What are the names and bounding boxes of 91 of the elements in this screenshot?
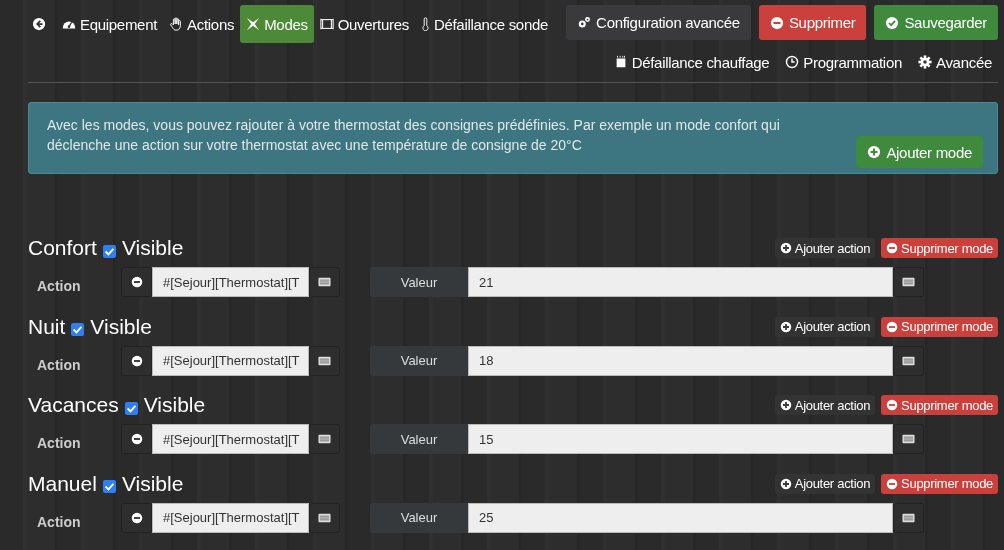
select-value-button[interactable] (893, 267, 924, 297)
list-icon (902, 434, 915, 444)
list-icon (318, 512, 331, 523)
tab[interactable]: Programmation (779, 45, 908, 79)
action-label: Action (36, 356, 82, 373)
minus-circle-icon (886, 477, 899, 490)
plus-circle-icon (779, 320, 792, 333)
mode-name: Vacances (28, 393, 119, 417)
remove-action-button[interactable] (121, 502, 152, 533)
list-icon (318, 434, 331, 444)
remove-action-button[interactable] (121, 345, 152, 376)
delete-button[interactable]: Supprimer (758, 5, 867, 40)
value-label: Valeur (370, 424, 468, 454)
delete-mode-button[interactable]: Supprimer mode (881, 238, 998, 258)
command-field[interactable]: #[Sejour][Thermostat][T (152, 267, 309, 297)
tab[interactable]: Actions (163, 5, 241, 43)
window-frame-icon (319, 17, 334, 31)
tab[interactable]: Défaillance chauffage (607, 45, 776, 79)
value-label: Valeur (370, 502, 468, 533)
visible-checkbox[interactable] (124, 401, 138, 415)
add-action-button[interactable]: Ajouter action (774, 238, 876, 258)
minus-circle-icon (886, 242, 899, 254)
delete-mode-button[interactable]: Supprimer mode (881, 473, 998, 494)
action-label: Action (36, 278, 82, 294)
list-icon (318, 277, 331, 287)
action-label: Action (36, 435, 82, 451)
settings-icon (918, 55, 932, 69)
add-action-button[interactable]: Ajouter action (774, 316, 876, 337)
minus-circle-icon (130, 276, 143, 288)
plus-circle-icon (779, 477, 792, 490)
minus-circle-icon (886, 320, 899, 333)
tab[interactable]: Equipement (56, 5, 164, 43)
minus-circle-icon (886, 399, 899, 411)
select-value-button[interactable] (893, 424, 924, 454)
visible-label: Visible (90, 314, 152, 339)
select-command-button[interactable] (309, 424, 340, 454)
check-circle-icon (885, 15, 900, 30)
minus-circle-icon (130, 511, 143, 524)
plus-circle-icon (867, 145, 882, 159)
gears-icon (577, 15, 592, 30)
tab[interactable]: Défaillance sonde (414, 5, 555, 43)
tab[interactable]: Avancée (912, 45, 998, 79)
command-field[interactable]: #[Sejour][Thermostat][T (152, 345, 309, 376)
config-button[interactable]: Configuration avancée (566, 5, 751, 40)
delete-mode-button[interactable]: Supprimer mode (881, 316, 998, 337)
visible-label: Visible (143, 393, 206, 417)
action-label: Action (36, 513, 82, 530)
mode-name: Confort (28, 236, 97, 260)
tab[interactable]: Modes (240, 5, 314, 43)
list-icon (318, 355, 331, 366)
tab[interactable]: Ouvertures (313, 5, 415, 43)
value-field[interactable]: 25 (468, 502, 893, 533)
visible-label: Visible (121, 236, 184, 260)
value-field[interactable]: 15 (468, 424, 893, 454)
mode-name: Nuit (28, 314, 66, 339)
select-command-button[interactable] (309, 267, 340, 297)
value-field[interactable]: 21 (468, 267, 893, 297)
plus-circle-icon (779, 399, 792, 411)
select-value-button[interactable] (893, 345, 924, 376)
mode-name: Manuel (28, 471, 97, 496)
clock-icon (785, 55, 800, 69)
list-icon (902, 355, 915, 366)
thermometer-icon (420, 17, 430, 31)
minus-circle-icon (769, 15, 784, 30)
plus-circle-icon (779, 242, 792, 254)
visible-checkbox[interactable] (102, 244, 116, 258)
select-command-button[interactable] (309, 345, 340, 376)
remove-action-button[interactable] (121, 267, 152, 297)
value-label: Valeur (370, 345, 468, 376)
value-field[interactable]: 18 (468, 345, 893, 376)
select-command-button[interactable] (309, 502, 340, 533)
add-action-button[interactable]: Ajouter action (774, 473, 876, 494)
select-value-button[interactable] (893, 502, 924, 533)
list-icon (902, 512, 915, 523)
hand-icon (169, 17, 184, 31)
save-button[interactable]: Sauvegarder (874, 5, 998, 40)
alert-text: Avec les modes, vous pouvez rajouter à votre thermostat des consignes prédéfinies. Par exemple un mode confort qui déclenche une action sur votre thermostat avec une température de consigne de 20°C (47, 116, 781, 155)
command-field[interactable]: #[Sejour][Thermostat][T (152, 424, 309, 454)
delete-mode-button[interactable]: Supprimer mode (881, 395, 998, 415)
add-mode-button[interactable]: Ajouter mode (856, 136, 983, 168)
command-field[interactable]: #[Sejour][Thermostat][T (152, 502, 309, 533)
add-action-button[interactable]: Ajouter action (774, 395, 876, 415)
visible-checkbox[interactable] (102, 480, 116, 493)
minus-circle-icon (130, 354, 143, 367)
minus-circle-icon (130, 433, 143, 445)
remove-action-button[interactable] (121, 424, 152, 454)
visible-checkbox[interactable] (71, 323, 85, 336)
back-icon[interactable] (32, 17, 46, 31)
visible-label: Visible (121, 471, 184, 496)
list-icon (902, 277, 915, 287)
value-label: Valeur (370, 267, 468, 297)
